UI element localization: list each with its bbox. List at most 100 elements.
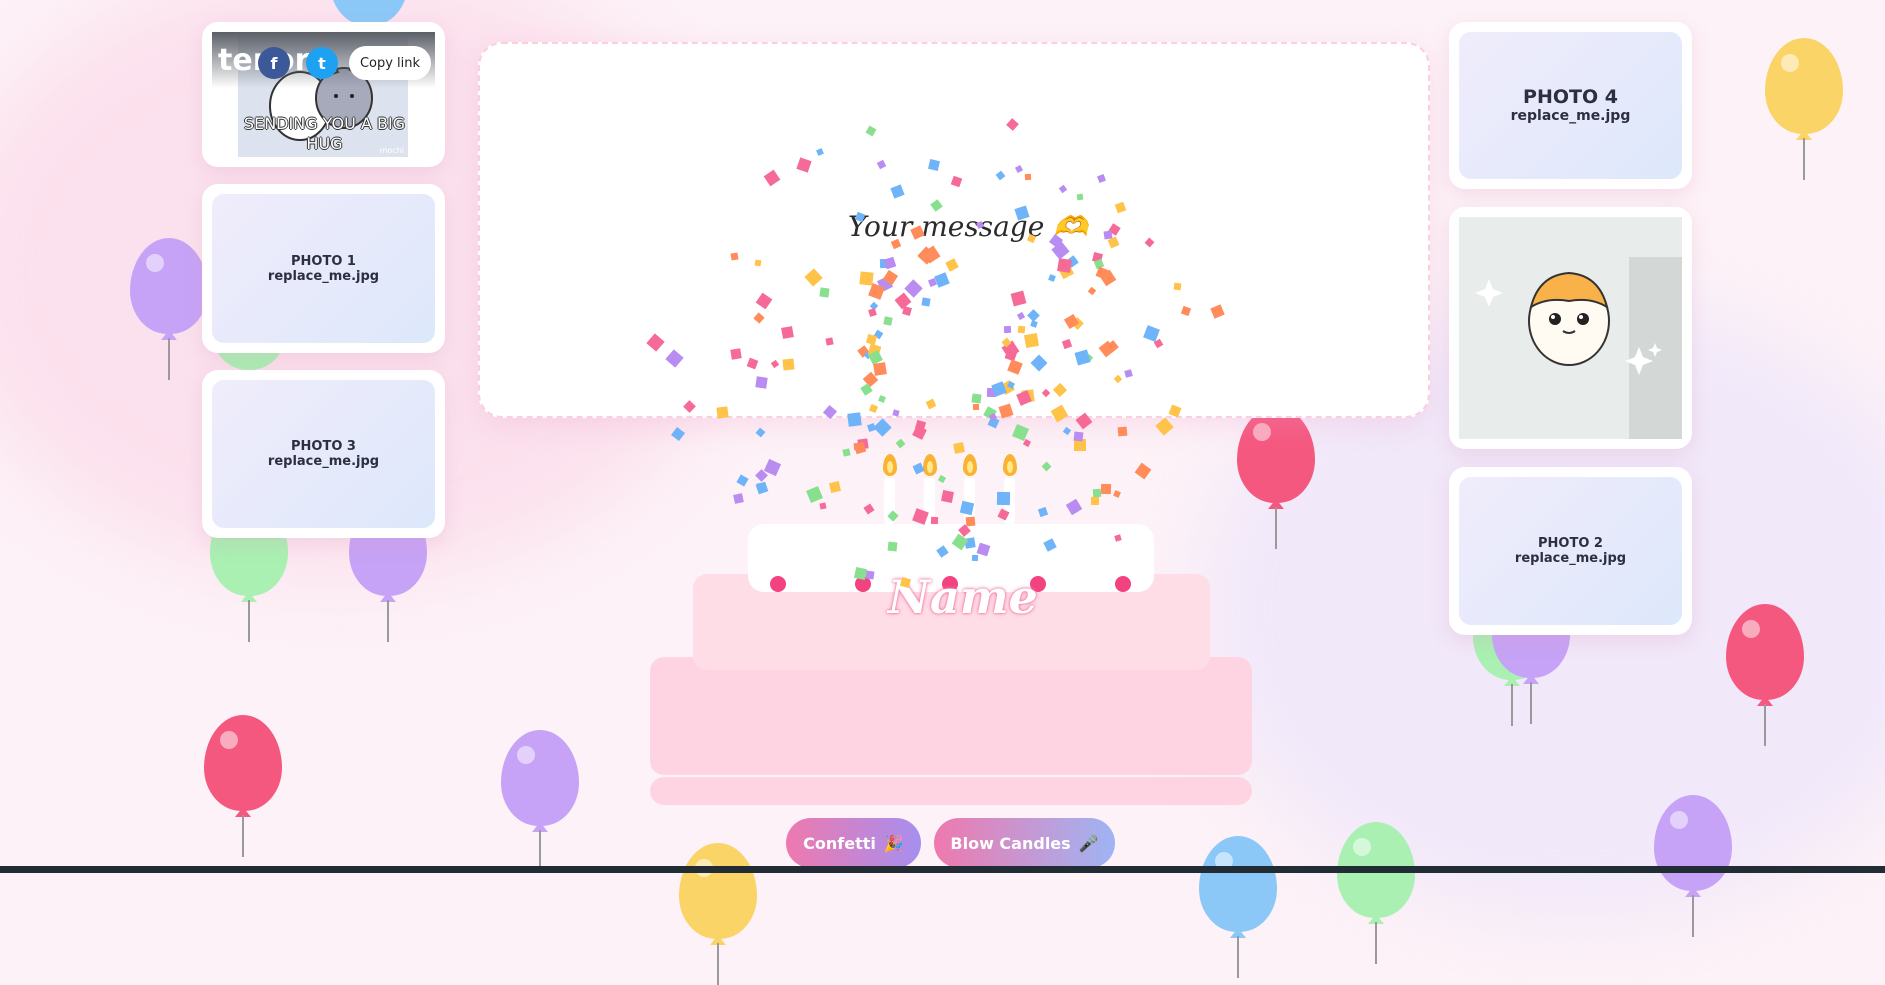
confetti-piece xyxy=(921,297,931,307)
cake-name: Name xyxy=(888,570,1038,624)
confetti-piece xyxy=(1134,462,1152,480)
confetti-piece xyxy=(1037,506,1049,518)
photo-placeholder-4: PHOTO 4 replace_me.jpg xyxy=(1459,32,1682,179)
flame-icon[interactable] xyxy=(1003,454,1017,476)
confetti-piece xyxy=(1103,230,1113,240)
microphone-icon: 🎤 xyxy=(1078,833,1099,853)
balloon xyxy=(1654,795,1732,937)
balloon xyxy=(1726,604,1804,746)
confetti-piece xyxy=(755,376,768,389)
photo-title: PHOTO 3 xyxy=(291,439,356,454)
confetti-piece xyxy=(825,337,834,346)
photo-title: PHOTO 1 xyxy=(291,253,356,269)
confetti-piece xyxy=(1023,332,1040,349)
copy-link-button[interactable]: Copy link xyxy=(349,46,431,80)
confetti-piece xyxy=(847,412,862,427)
blow-candles-button[interactable]: Blow Candles 🎤 xyxy=(934,818,1115,868)
photo-filename: replace_me.jpg xyxy=(1514,551,1627,566)
confetti-piece xyxy=(895,438,906,449)
confetti-piece xyxy=(873,418,892,437)
confetti-piece xyxy=(971,393,982,404)
photo-placeholder-2: PHOTO 2 replace_me.jpg xyxy=(1459,477,1682,625)
blow-candles-label: Blow Candles xyxy=(950,833,1071,853)
confetti-piece xyxy=(972,403,980,411)
gif-caption: SENDING YOU A BIG HUG xyxy=(243,114,406,153)
balloon xyxy=(130,238,208,380)
photo-card-1[interactable]: PHOTO 1 replace_me.jpg xyxy=(202,184,445,353)
confetti-piece xyxy=(1057,258,1072,273)
confetti-piece xyxy=(941,490,954,503)
balloon xyxy=(1199,836,1277,978)
confetti-piece xyxy=(971,554,979,562)
confetti-piece xyxy=(865,570,875,580)
confetti-piece xyxy=(805,485,824,504)
confetti-piece xyxy=(755,427,766,438)
balloon xyxy=(501,730,579,872)
confetti-piece xyxy=(842,448,851,457)
cake-plate xyxy=(650,777,1252,805)
confetti-piece xyxy=(1113,490,1121,498)
cherry xyxy=(770,576,786,592)
confetti-piece xyxy=(736,474,749,487)
confetti-piece xyxy=(1090,496,1100,506)
photo-title: PHOTO 4 xyxy=(1523,86,1618,108)
confetti-piece xyxy=(873,362,887,376)
confetti-piece xyxy=(883,316,893,326)
balloon xyxy=(679,843,757,985)
confetti-button[interactable]: Confetti 🎉 xyxy=(786,818,921,868)
photo-placeholder-3: PHOTO 3 replace_me.jpg xyxy=(212,380,435,528)
confetti-piece xyxy=(965,516,976,527)
hamster-card[interactable] xyxy=(1449,207,1692,449)
confetti-piece xyxy=(930,516,939,525)
confetti-piece xyxy=(937,474,947,484)
confetti-piece xyxy=(1073,431,1084,442)
flame-icon[interactable] xyxy=(923,454,937,476)
twitter-share-icon[interactable]: t xyxy=(306,47,338,79)
flame-icon[interactable] xyxy=(883,454,897,476)
photo-card-3[interactable]: PHOTO 3 replace_me.jpg xyxy=(202,370,445,538)
photo-placeholder-1: PHOTO 1 replace_me.jpg xyxy=(212,194,435,343)
confetti-piece xyxy=(996,491,1011,506)
confetti-piece xyxy=(781,326,794,339)
cake-bottom-tier xyxy=(650,657,1252,775)
confetti-piece xyxy=(1117,426,1128,437)
balloon xyxy=(204,715,282,857)
balloon xyxy=(1237,407,1315,549)
confetti-piece xyxy=(756,482,765,491)
confetti-piece xyxy=(819,502,827,510)
confetti-piece xyxy=(1173,282,1182,291)
confetti-piece xyxy=(670,426,686,442)
confetti-piece xyxy=(730,348,742,360)
confetti-piece xyxy=(829,481,841,493)
confetti-piece xyxy=(730,252,739,261)
photo-filename: replace_me.jpg xyxy=(267,268,380,284)
confetti-piece xyxy=(1155,417,1174,436)
party-popper-icon: 🎉 xyxy=(883,833,904,853)
photo-title: PHOTO 2 xyxy=(1538,536,1603,551)
message-text: Your message xyxy=(848,210,1045,243)
bottom-bar xyxy=(0,866,1885,873)
photo-card-4[interactable]: PHOTO 4 replace_me.jpg xyxy=(1449,22,1692,189)
confetti-piece xyxy=(953,442,965,454)
photo-filename: replace_me.jpg xyxy=(267,454,380,469)
gif-card: mochi tenor f t Copy link SENDING YOU A … xyxy=(202,22,445,167)
photo-filename: replace_me.jpg xyxy=(1510,108,1631,124)
confetti-piece xyxy=(1100,483,1112,495)
confetti-piece xyxy=(782,358,795,371)
confetti-piece xyxy=(1003,325,1012,334)
confetti-piece xyxy=(1062,426,1072,436)
confetti-piece xyxy=(1076,193,1084,201)
facebook-share-icon[interactable]: f xyxy=(258,47,290,79)
confetti-piece xyxy=(733,493,744,504)
confetti-label: Confetti xyxy=(803,833,876,853)
cherry xyxy=(1115,576,1131,592)
confetti-piece xyxy=(863,503,875,515)
confetti-piece xyxy=(887,541,898,552)
confetti-piece xyxy=(716,406,729,419)
photo-card-2[interactable]: PHOTO 2 replace_me.jpg xyxy=(1449,467,1692,635)
hug-gif[interactable]: mochi tenor f t Copy link SENDING YOU A … xyxy=(212,32,435,157)
confetti-piece xyxy=(1041,461,1052,472)
confetti-piece xyxy=(819,287,830,298)
flame-icon[interactable] xyxy=(963,454,977,476)
confetti-piece xyxy=(1024,173,1032,181)
